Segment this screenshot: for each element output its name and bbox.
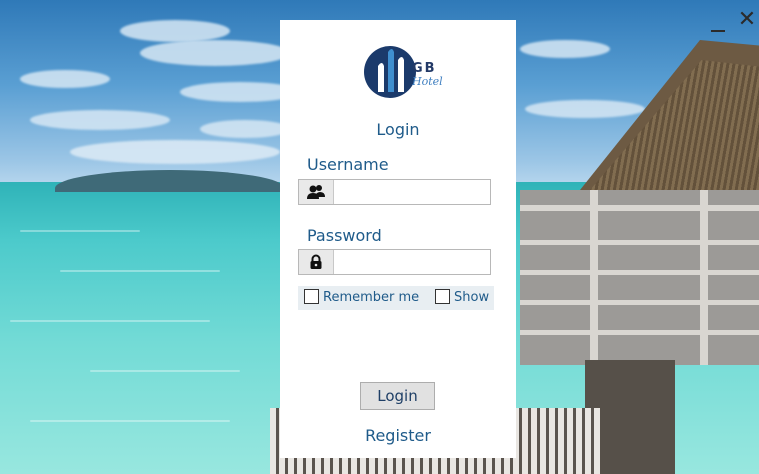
- show-password-label: Show: [454, 290, 490, 305]
- form-title: Login: [376, 120, 420, 139]
- logo-text: GB: [412, 61, 437, 76]
- users-icon: [299, 180, 334, 204]
- close-button[interactable]: ✕: [736, 8, 758, 32]
- show-password-checkbox[interactable]: [435, 289, 450, 304]
- login-button[interactable]: Login: [360, 382, 435, 410]
- password-label: Password: [307, 226, 382, 245]
- deck: [520, 190, 759, 365]
- password-input[interactable]: [335, 250, 495, 274]
- remember-me-label: Remember me: [323, 290, 420, 305]
- login-panel: GB Hotel Login Username Password Remembe…: [280, 20, 516, 458]
- username-field-group: [298, 179, 495, 205]
- lock-icon: [299, 250, 334, 274]
- minimize-button[interactable]: [709, 16, 727, 34]
- username-label: Username: [307, 155, 389, 174]
- options-row: Remember me Show: [298, 286, 494, 310]
- register-link[interactable]: Register: [280, 426, 516, 446]
- logo-subtext: Hotel: [412, 75, 443, 88]
- password-field-group: [298, 249, 495, 275]
- username-input[interactable]: [335, 180, 495, 204]
- remember-me-checkbox[interactable]: [304, 289, 319, 304]
